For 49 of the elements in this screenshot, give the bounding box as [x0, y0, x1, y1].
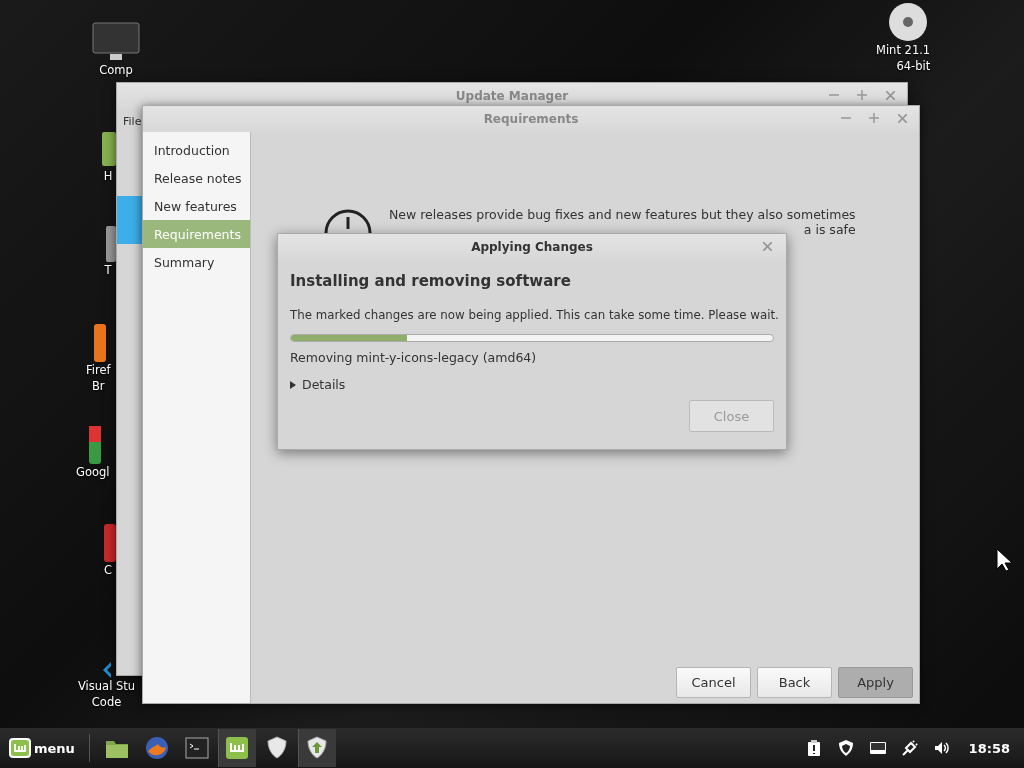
message-text: New releases provide bug fixes and new features but they also sometimes [389, 207, 856, 222]
status-text: Removing mint-y-icons-legacy (amd64) [290, 350, 538, 365]
mint-logo-icon [8, 737, 32, 759]
volume-icon [932, 739, 951, 757]
maximize-icon [869, 113, 879, 123]
close-icon [885, 90, 895, 100]
close-icon [897, 113, 907, 123]
triangle-icon [290, 380, 296, 389]
chevron-icon [102, 662, 111, 678]
info-banner [117, 196, 143, 244]
menu-item[interactable]: File [123, 115, 142, 128]
close-icon [762, 241, 772, 251]
dialog-button[interactable]: Apply [838, 667, 913, 698]
window-title: Update Manager [455, 89, 569, 103]
sidebar-item[interactable]: Introduction [143, 136, 250, 164]
taskbar-app-button[interactable] [297, 729, 336, 767]
sidebar-item[interactable]: Summary [143, 248, 250, 276]
sidebar-item[interactable]: New features [143, 192, 250, 220]
desktop-icon-label: C [104, 562, 112, 578]
shield-icon [836, 739, 855, 757]
desktop-icon-label: 64-bit [896, 58, 931, 74]
desktop-icon-label: Firef [86, 362, 111, 378]
clock[interactable]: 18:58 [968, 740, 1010, 756]
details-expander[interactable]: Details [290, 377, 346, 392]
plug-icon [900, 739, 919, 757]
desktop-icon-label: Br [91, 378, 105, 394]
desktop-icon-label: Code [91, 694, 122, 710]
desktop-icon-label: Visual Stu [78, 678, 136, 694]
desktop-icon-label: Mint 21.1 [876, 42, 931, 58]
dialog-button[interactable]: Cancel [676, 667, 751, 698]
warning-circle-icon [323, 207, 373, 233]
mint-logo-icon [224, 735, 251, 761]
monitor-icon [92, 22, 140, 62]
sidebar-item[interactable]: Release notes [143, 164, 250, 192]
menu-button[interactable]: menu [0, 730, 81, 766]
dialog-title: Applying Changes [471, 240, 593, 254]
desktop-icon-label: Googl [76, 464, 110, 480]
desktop-icon-label: H [103, 168, 113, 184]
dialog-button[interactable]: Back [757, 667, 832, 698]
window-title: Requirements [483, 112, 579, 126]
desktop-icon-label: Comp [99, 62, 133, 78]
maximize-icon [857, 90, 867, 100]
desktop-icon-label: T [104, 262, 112, 278]
cursor-icon [996, 548, 1014, 572]
dialog-heading: Installing and removing software [290, 272, 572, 290]
message-text: a is safe [803, 222, 856, 237]
terminal-icon [183, 735, 210, 761]
taskbar-app-button[interactable] [217, 729, 256, 767]
display-icon [868, 739, 887, 757]
